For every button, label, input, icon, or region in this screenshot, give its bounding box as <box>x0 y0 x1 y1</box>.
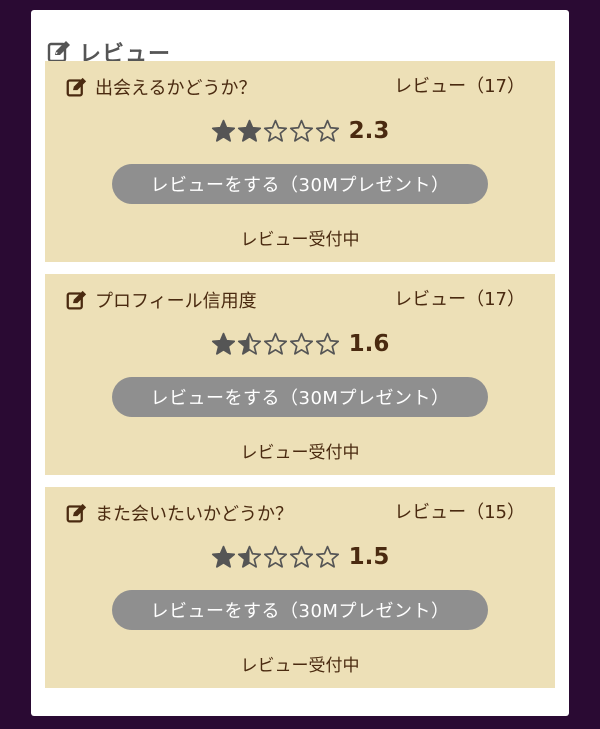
review-status: レビュー受付中 <box>240 443 360 463</box>
star-empty-icon <box>289 545 313 568</box>
star-empty-icon <box>289 332 313 355</box>
review-card-meet-again: また会いたいかどうか？ レビュー（15） 1.5 レビューをする（30Mプレゼン… <box>45 487 555 688</box>
write-review-button[interactable]: レビューをする（30Mプレゼント） <box>112 590 488 630</box>
review-status: レビュー受付中 <box>240 656 360 676</box>
star-empty-icon <box>289 119 313 142</box>
star-rating <box>211 545 341 570</box>
star-rating <box>211 332 341 357</box>
edit-icon <box>66 503 87 524</box>
star-filled-icon <box>211 119 235 142</box>
rating-row: 1.5 <box>45 542 555 572</box>
card-title: プロフィール信用度 <box>95 291 257 312</box>
rating-row: 1.6 <box>45 329 555 359</box>
review-panel: レビュー 出会えるかどうか？ レビュー（17） 2.3 レビューをする（30Mプ… <box>31 10 569 716</box>
star-filled-icon <box>237 119 261 142</box>
star-filled-icon <box>211 332 235 355</box>
review-card-meet: 出会えるかどうか？ レビュー（17） 2.3 レビューをする（30Mプレゼント）… <box>45 61 555 262</box>
rating-row: 2.3 <box>45 116 555 146</box>
star-half-icon <box>237 545 261 568</box>
star-empty-icon <box>263 545 287 568</box>
review-card-profile-trust: プロフィール信用度 レビュー（17） 1.6 レビューをする（30Mプレゼント）… <box>45 274 555 475</box>
star-empty-icon <box>315 332 339 355</box>
rating-score: 1.5 <box>348 544 390 570</box>
card-header: プロフィール信用度 レビュー（17） <box>66 288 555 312</box>
card-title: 出会えるかどうか？ <box>95 78 257 99</box>
star-rating <box>211 119 341 144</box>
write-review-button[interactable]: レビューをする（30Mプレゼント） <box>112 164 488 204</box>
card-header: 出会えるかどうか？ レビュー（17） <box>66 75 555 99</box>
card-title: また会いたいかどうか？ <box>95 504 293 525</box>
star-empty-icon <box>263 332 287 355</box>
review-count[interactable]: レビュー（15） <box>394 501 525 525</box>
star-empty-icon <box>315 545 339 568</box>
star-filled-icon <box>211 545 235 568</box>
edit-icon <box>66 290 87 311</box>
star-half-icon <box>237 332 261 355</box>
review-status: レビュー受付中 <box>240 230 360 250</box>
star-empty-icon <box>263 119 287 142</box>
star-empty-icon <box>315 119 339 142</box>
review-count[interactable]: レビュー（17） <box>394 288 525 312</box>
rating-score: 1.6 <box>348 331 390 357</box>
card-header: また会いたいかどうか？ レビュー（15） <box>66 501 555 525</box>
edit-icon <box>66 77 87 98</box>
review-count[interactable]: レビュー（17） <box>394 75 525 99</box>
write-review-button[interactable]: レビューをする（30Mプレゼント） <box>112 377 488 417</box>
rating-score: 2.3 <box>348 118 390 144</box>
